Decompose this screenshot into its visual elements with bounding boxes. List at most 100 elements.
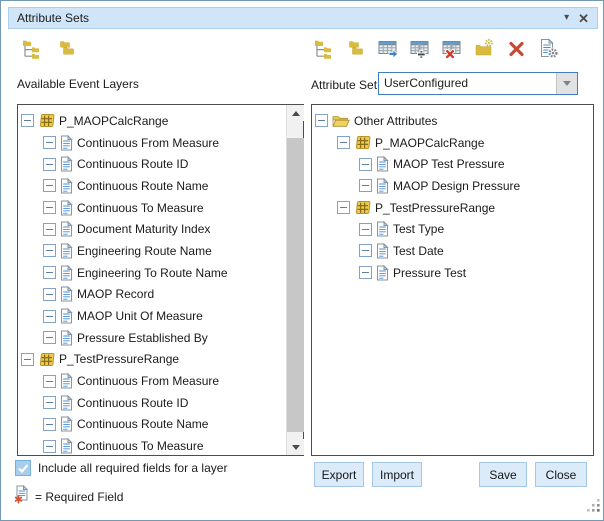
export-table-icon[interactable]: [377, 39, 399, 61]
tree-item[interactable]: Engineering To Route Name: [18, 262, 286, 284]
collapse-toggle[interactable]: [43, 396, 56, 409]
tree-item[interactable]: Continuous Route ID: [18, 392, 286, 414]
collapse-toggle[interactable]: [43, 158, 56, 171]
collapse-toggle[interactable]: [337, 201, 350, 214]
tree-item[interactable]: Pressure Established By: [18, 327, 286, 349]
vertical-scrollbar[interactable]: [286, 105, 303, 455]
include-required-fields-row: Include all required fields for a layer: [15, 460, 227, 476]
add-event-layer-tree-icon[interactable]: [313, 39, 335, 61]
tree-item[interactable]: Other Attributes: [312, 110, 593, 132]
field-icon: [60, 243, 73, 259]
collapse-toggle[interactable]: [359, 244, 372, 257]
table-arrow-icon: [378, 38, 399, 62]
collapse-toggle[interactable]: [43, 310, 56, 323]
add-all-folders-icon[interactable]: [56, 39, 78, 61]
collapse-window-icon[interactable]: ▾: [564, 13, 569, 23]
attribute-set-dropdown[interactable]: UserConfigured: [378, 72, 578, 95]
scrollbar-thumb[interactable]: [287, 138, 304, 432]
chevron-down-icon: [563, 81, 571, 86]
collapse-toggle[interactable]: [43, 223, 56, 236]
title-bar: Attribute Sets ▾ ✕: [8, 7, 598, 29]
tree-item-label: P_TestPressureRange: [59, 352, 179, 366]
tree-item[interactable]: MAOP Record: [18, 284, 286, 306]
collapse-toggle[interactable]: [43, 244, 56, 257]
left-toolbar: [21, 39, 78, 61]
dropdown-button[interactable]: [556, 73, 577, 94]
collapse-toggle[interactable]: [315, 114, 328, 127]
tree-item[interactable]: P_TestPressureRange: [312, 197, 593, 219]
tree-item-label: Document Maturity Index: [77, 222, 210, 236]
tree-item[interactable]: Pressure Test: [312, 262, 593, 284]
field-icon: [376, 265, 389, 281]
collapse-toggle[interactable]: [43, 331, 56, 344]
field-icon: [60, 135, 73, 151]
collapse-toggle[interactable]: [43, 179, 56, 192]
resize-grip[interactable]: [587, 499, 600, 517]
collapse-toggle[interactable]: [21, 353, 34, 366]
field-icon: [376, 221, 389, 237]
tree-item-label: Test Type: [393, 222, 444, 236]
field-icon: [60, 395, 73, 411]
close-window-icon[interactable]: ✕: [578, 12, 589, 25]
minus-icon: [46, 316, 53, 317]
field-icon: [60, 438, 73, 454]
tree-item[interactable]: P_MAOPCalcRange: [312, 132, 593, 154]
field-icon: [60, 221, 73, 237]
attribute-set-tree: Other AttributesP_MAOPCalcRangeMAOP Test…: [312, 105, 593, 455]
configure-document-icon[interactable]: [537, 39, 559, 61]
save-button[interactable]: Save: [479, 462, 527, 487]
collapse-toggle[interactable]: [359, 158, 372, 171]
tree-item-label: Continuous From Measure: [77, 374, 219, 388]
minus-icon: [46, 272, 53, 273]
export-button[interactable]: Export: [314, 462, 364, 487]
collapse-toggle[interactable]: [21, 114, 34, 127]
collapse-toggle[interactable]: [43, 288, 56, 301]
collapse-toggle[interactable]: [43, 136, 56, 149]
tree-item[interactable]: P_MAOPCalcRange: [18, 110, 286, 132]
collapse-toggle[interactable]: [43, 201, 56, 214]
tree-item[interactable]: Continuous To Measure: [18, 435, 286, 455]
add-field-table-icon[interactable]: [409, 39, 431, 61]
tree-item[interactable]: Continuous Route Name: [18, 175, 286, 197]
collapse-toggle[interactable]: [43, 440, 56, 453]
tree-item[interactable]: Continuous To Measure: [18, 197, 286, 219]
new-attribute-set-folder-icon[interactable]: [473, 39, 495, 61]
include-required-fields-label[interactable]: Include all required fields for a layer: [38, 461, 227, 475]
collapse-toggle[interactable]: [359, 223, 372, 236]
collapse-toggle[interactable]: [359, 179, 372, 192]
delete-icon[interactable]: [505, 39, 527, 61]
scroll-down-button[interactable]: [287, 439, 304, 455]
minus-icon: [46, 424, 53, 425]
include-required-fields-checkbox[interactable]: [15, 460, 31, 476]
tree-item[interactable]: Document Maturity Index: [18, 218, 286, 240]
tree-folders-icon: [22, 38, 43, 62]
field-icon: [376, 156, 389, 172]
tree-item[interactable]: Test Date: [312, 240, 593, 262]
tree-item[interactable]: P_TestPressureRange: [18, 349, 286, 371]
attribute-set-dropdown-value: UserConfigured: [379, 73, 556, 94]
tree-item[interactable]: MAOP Unit Of Measure: [18, 305, 286, 327]
tree-item[interactable]: Continuous Route ID: [18, 153, 286, 175]
collapse-toggle[interactable]: [43, 266, 56, 279]
collapse-toggle[interactable]: [43, 375, 56, 388]
tree-item-label: MAOP Design Pressure: [393, 179, 520, 193]
import-button[interactable]: Import: [372, 462, 422, 487]
collapse-toggle[interactable]: [337, 136, 350, 149]
delete-field-table-icon[interactable]: [441, 39, 463, 61]
tree-item[interactable]: MAOP Design Pressure: [312, 175, 593, 197]
scroll-up-button[interactable]: [287, 105, 304, 121]
add-all-folders-icon[interactable]: [345, 39, 367, 61]
collapse-toggle[interactable]: [359, 266, 372, 279]
attribute-set-label: Attribute Set:: [311, 78, 380, 92]
tree-item[interactable]: Continuous From Measure: [18, 132, 286, 154]
collapse-toggle[interactable]: [43, 418, 56, 431]
tree-item[interactable]: Continuous From Measure: [18, 370, 286, 392]
tree-item[interactable]: Continuous Route Name: [18, 414, 286, 436]
add-event-layer-tree-icon[interactable]: [21, 39, 43, 61]
folders-icon: [57, 38, 78, 62]
tree-item[interactable]: Engineering Route Name: [18, 240, 286, 262]
tree-item[interactable]: MAOP Test Pressure: [312, 153, 593, 175]
minus-icon: [46, 185, 53, 186]
tree-item[interactable]: Test Type: [312, 218, 593, 240]
close-button[interactable]: Close: [535, 462, 587, 487]
